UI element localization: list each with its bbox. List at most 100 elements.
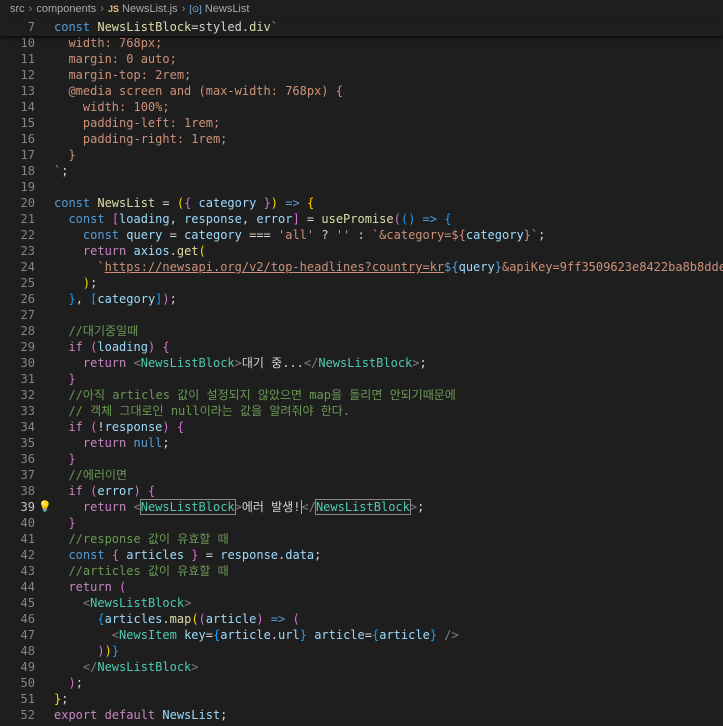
- code-token: NewsListBlock: [314, 499, 411, 515]
- code-line[interactable]: 17 }: [0, 147, 723, 163]
- code-line[interactable]: 51};: [0, 691, 723, 707]
- code-line[interactable]: 35 return null;: [0, 435, 723, 451]
- code-line[interactable]: 34 if (!response) {: [0, 419, 723, 435]
- code-token: ;: [538, 228, 546, 242]
- line-number: 52: [20, 708, 35, 722]
- code-token: ,: [241, 212, 257, 226]
- code-line[interactable]: 16 padding-right: 1rem;: [0, 131, 723, 147]
- code-line[interactable]: 13 @media screen and (max-width: 768px) …: [0, 83, 723, 99]
- code-token: }: [299, 628, 307, 642]
- code-line[interactable]: 26 }, [category]);: [0, 291, 723, 307]
- code-token: NewsList: [162, 708, 221, 722]
- line-number: 32: [20, 388, 35, 402]
- code-line[interactable]: 31 }: [0, 371, 723, 387]
- code-line[interactable]: 14 width: 100%;: [0, 99, 723, 115]
- code-line[interactable]: 38 if (error) {: [0, 483, 723, 499]
- code-line[interactable]: 30 return <NewsListBlock>대기 중...</NewsLi…: [0, 355, 723, 371]
- code-token: }: [68, 292, 76, 306]
- code-line[interactable]: 25 );: [0, 275, 723, 291]
- code-token: article: [220, 628, 271, 642]
- code-line[interactable]: 44 return (: [0, 579, 723, 595]
- code-text: //아직 articles 값이 설정되지 않았으면 map을 돌리면 안되기때…: [54, 387, 455, 403]
- code-token: ,: [75, 292, 91, 306]
- code-line[interactable]: 27: [0, 307, 723, 323]
- code-token: margin: 0 auto;: [54, 52, 177, 66]
- code-line[interactable]: 42 const { articles } = response.data;: [0, 547, 723, 563]
- line-number: 22: [20, 228, 35, 242]
- code-token: }: [68, 372, 76, 386]
- code-token: axios: [133, 244, 170, 258]
- code-token: [: [111, 212, 120, 226]
- breadcrumb-src[interactable]: src: [10, 3, 25, 15]
- code-line[interactable]: 43 //articles 값이 유효할 때: [0, 563, 723, 579]
- line-number: 43: [20, 564, 35, 578]
- code-text: const query = category === 'all' ? '' : …: [54, 227, 545, 243]
- code-token: category: [97, 292, 156, 306]
- code-line[interactable]: 21 const [loading, response, error] = us…: [0, 211, 723, 227]
- code-token: <: [111, 628, 120, 642]
- code-line[interactable]: 7 const NewsListBlock=styled.div`: [0, 19, 723, 35]
- code-line[interactable]: 23 return axios.get(: [0, 243, 723, 259]
- breadcrumb-components[interactable]: components: [36, 3, 96, 15]
- line-number: 49: [20, 660, 35, 674]
- line-number: 26: [20, 292, 35, 306]
- code-token: .: [162, 612, 170, 626]
- code-line[interactable]: 28 //대기중일때: [0, 323, 723, 339]
- code-line[interactable]: 37 //에러이면: [0, 467, 723, 483]
- code-line[interactable]: 22 const query = category === 'all' ? ''…: [0, 227, 723, 243]
- code-token: (: [400, 212, 409, 226]
- code-line[interactable]: 50 );: [0, 675, 723, 691]
- code-text: </NewsListBlock>: [54, 659, 199, 675]
- code-line[interactable]: 41 //response 값이 유효할 때: [0, 531, 723, 547]
- line-number: 35: [20, 436, 35, 450]
- code-token: ;: [220, 708, 228, 722]
- code-line[interactable]: 47 <NewsItem key={article.url} article={…: [0, 627, 723, 643]
- code-token: ?: [314, 228, 336, 242]
- code-line[interactable]: 48 ))}: [0, 643, 723, 659]
- code-line[interactable]: 46 {articles.map((article) => (: [0, 611, 723, 627]
- code-line[interactable]: 11 margin: 0 auto;: [0, 51, 723, 67]
- code-token: (: [191, 612, 199, 626]
- code-token: =: [198, 548, 221, 562]
- code-token: =: [155, 196, 177, 210]
- code-token: {: [444, 212, 452, 226]
- code-line[interactable]: 49 </NewsListBlock>: [0, 659, 723, 675]
- code-token: NewsListBlock: [140, 356, 235, 370]
- breadcrumb-file[interactable]: NewsList.js: [122, 3, 178, 15]
- code-line[interactable]: 19: [0, 179, 723, 195]
- code-line[interactable]: 32 //아직 articles 값이 설정되지 않았으면 map을 돌리면 안…: [0, 387, 723, 403]
- code-line[interactable]: 39 return <NewsListBlock>에러 발생!</NewsLis…: [0, 499, 723, 515]
- code-line[interactable]: 10 width: 768px;: [0, 35, 723, 51]
- breadcrumb-symbol[interactable]: NewsList: [205, 3, 250, 15]
- code-token: return: [82, 356, 134, 370]
- code-text: }: [54, 451, 75, 467]
- code-line[interactable]: 12 margin-top: 2rem;: [0, 67, 723, 83]
- code-line[interactable]: 40 }: [0, 515, 723, 531]
- code-line[interactable]: 29 if (loading) {: [0, 339, 723, 355]
- line-number: 15: [20, 116, 35, 130]
- code-line[interactable]: 24 `https://newsapi.org/v2/top-headlines…: [0, 259, 723, 275]
- code-line[interactable]: 36 }: [0, 451, 723, 467]
- code-token: width: 100%;: [54, 100, 170, 114]
- code-line[interactable]: 20 const NewsList = ({ category }) => {: [0, 195, 723, 211]
- lightbulb-icon[interactable]: 💡: [38, 499, 52, 515]
- line-number: 16: [20, 132, 35, 146]
- code-line[interactable]: 15 padding-left: 1rem;: [0, 115, 723, 131]
- code-token: error: [97, 484, 134, 498]
- code-line[interactable]: 45 <NewsListBlock>: [0, 595, 723, 611]
- code-token: query: [458, 260, 495, 274]
- code-line[interactable]: 18 `;: [0, 163, 723, 179]
- code-token: {: [111, 548, 120, 562]
- code-token: ): [104, 644, 112, 658]
- code-token: NewsListBlock: [318, 356, 413, 370]
- code-line[interactable]: 52 export default NewsList;: [0, 707, 723, 723]
- code-line[interactable]: 33 // 객체 그대로인 null이라는 값을 알려줘야 한다.: [0, 403, 723, 419]
